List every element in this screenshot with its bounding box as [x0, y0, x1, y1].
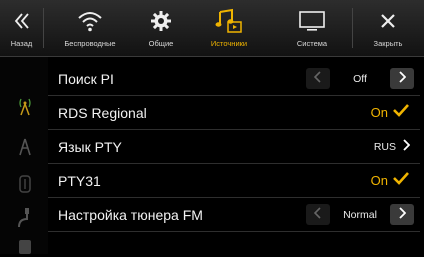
- increase-button[interactable]: [390, 68, 414, 89]
- tab-general-label: Общие: [148, 39, 174, 48]
- back-button[interactable]: Назад: [0, 0, 43, 56]
- setting-label: RDS Regional: [58, 104, 147, 121]
- setting-row-rds-regional[interactable]: RDS Regional On: [48, 96, 420, 130]
- setting-label: Настройка тюнера FM: [58, 206, 203, 223]
- wifi-icon: [77, 6, 103, 36]
- setting-value: Normal: [343, 208, 377, 221]
- setting-label: PTY31: [58, 172, 101, 189]
- antenna-icon[interactable]: [14, 135, 36, 157]
- back-label: Назад: [10, 39, 33, 48]
- chevron-right-icon: [398, 70, 407, 88]
- submenu-control[interactable]: RUS: [373, 138, 411, 156]
- setting-row-fm-tuner[interactable]: Настройка тюнера FM Normal: [48, 198, 420, 232]
- setting-row-pi-search[interactable]: Поиск PI Off: [48, 62, 420, 96]
- toggle-state-text: On: [370, 173, 388, 188]
- tab-system-label: Система: [296, 39, 328, 48]
- monitor-icon: [298, 6, 326, 36]
- radio-tower-icon[interactable]: [14, 95, 36, 117]
- setting-label: Поиск PI: [58, 70, 114, 87]
- chevron-right-icon: [398, 206, 407, 224]
- tab-wireless-label: Беспроводные: [64, 39, 116, 48]
- double-chevron-left-icon: [13, 6, 31, 36]
- chevron-left-icon: [313, 206, 322, 224]
- settings-list: Поиск PI Off RDS Regional On Язык PTY RU…: [48, 62, 420, 232]
- decrease-button[interactable]: [306, 68, 330, 89]
- tab-sources-label: Источники: [210, 39, 248, 48]
- setting-row-pty31[interactable]: PTY31 On: [48, 164, 420, 198]
- checkmark-icon: [392, 103, 410, 122]
- chevron-right-icon: [402, 138, 411, 156]
- source-rail: [0, 57, 48, 254]
- toggle-state-text: On: [370, 105, 388, 120]
- setting-value: RUS: [373, 140, 396, 153]
- tab-wireless[interactable]: Беспроводные: [44, 0, 136, 56]
- close-button[interactable]: Закрыть: [353, 0, 423, 56]
- chevron-left-icon: [313, 70, 322, 88]
- setting-label: Язык PTY: [58, 138, 122, 155]
- toggle-control[interactable]: On: [371, 103, 410, 122]
- top-navigation-bar: Назад Беспроводные Общие Источники Систе…: [0, 0, 424, 57]
- decrease-button[interactable]: [306, 204, 330, 225]
- increase-button[interactable]: [390, 204, 414, 225]
- usb-icon[interactable]: [14, 173, 36, 195]
- aux-cable-icon[interactable]: [14, 207, 36, 229]
- tab-general[interactable]: Общие: [136, 0, 186, 56]
- music-source-icon: [215, 6, 243, 36]
- setting-row-pty-language[interactable]: Язык PTY RUS: [48, 130, 420, 164]
- setting-value: Off: [353, 72, 367, 85]
- stepper-control: Off: [306, 68, 414, 89]
- toggle-control[interactable]: On: [371, 171, 410, 190]
- checkmark-icon: [392, 171, 410, 190]
- tab-sources[interactable]: Источники: [186, 0, 272, 56]
- tab-system[interactable]: Система: [272, 0, 352, 56]
- close-label: Закрыть: [373, 39, 403, 48]
- stepper-control: Normal: [306, 204, 414, 225]
- close-icon: [380, 6, 396, 36]
- gear-icon: [150, 6, 172, 36]
